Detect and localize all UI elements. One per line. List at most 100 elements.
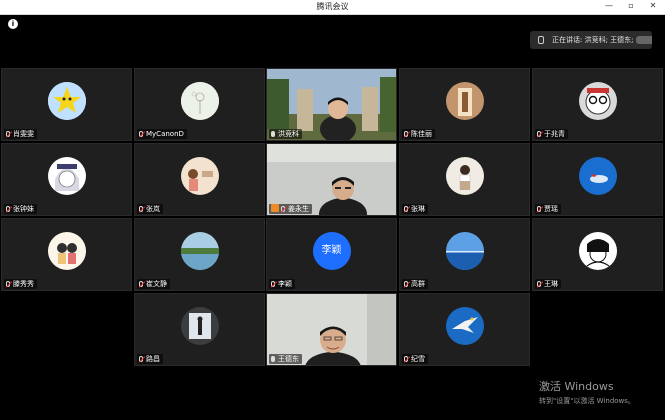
dandelion-avatar	[180, 82, 219, 120]
participant-name: MyCanonD	[146, 130, 184, 138]
title-bar: 腾讯会议 — ▫ ✕	[0, 0, 665, 15]
eagle-avatar	[445, 307, 484, 345]
participant-name: 崔文静	[146, 280, 167, 288]
mic-muted-icon	[281, 206, 285, 212]
close-icon[interactable]: ✕	[647, 1, 659, 10]
mic-muted-icon	[139, 131, 143, 137]
sea-avatar	[445, 232, 484, 270]
speaking-indicator: 正在讲话: 洪竞科; 王德东;	[530, 31, 652, 49]
participant-name: 高群	[411, 280, 425, 288]
mic-on-icon	[271, 356, 275, 362]
participant-tile[interactable]: MyCanonD	[134, 68, 265, 141]
participant-name: 于兆青	[544, 130, 565, 138]
participant-name: 张琳	[411, 205, 425, 213]
cartoon-glasses-avatar	[578, 82, 617, 120]
mic-muted-icon	[404, 206, 408, 212]
participant-tile[interactable]: 高群	[399, 218, 530, 291]
mic-muted-icon	[537, 131, 541, 137]
participant-name: 路昌	[146, 355, 160, 363]
mic-muted-icon	[404, 281, 408, 287]
host-icon	[271, 204, 279, 212]
window-title: 腾讯会议	[316, 2, 349, 11]
microphone-icon	[538, 36, 544, 44]
sketch-avatar	[578, 232, 617, 270]
participant-name: 姜永生	[288, 205, 309, 213]
participant-tile[interactable]: 张琳	[399, 143, 530, 216]
empty-tile	[532, 293, 663, 366]
mic-on-icon	[271, 131, 275, 137]
participant-name: 张岚	[146, 205, 160, 213]
cartoon-couple-avatar	[47, 232, 86, 270]
maximize-icon[interactable]: ▫	[625, 1, 637, 10]
participant-name: 洪竞科	[278, 130, 299, 138]
participant-name: 贾瑶	[544, 205, 558, 213]
participant-tile[interactable]: 崔文静	[134, 218, 265, 291]
name-tag: 贾瑶	[535, 204, 561, 214]
participant-tile[interactable]: 路昌	[134, 293, 265, 366]
name-tag: 崔文静	[137, 279, 170, 289]
mic-muted-icon	[139, 356, 143, 362]
speaking-label: 正在讲话: 洪竞科; 王德东;	[552, 36, 634, 44]
blurred-name	[635, 36, 652, 44]
window-controls: — ▫ ✕	[603, 1, 659, 10]
participant-tile[interactable]: 肖雯雯	[1, 68, 132, 141]
name-tag: 纪雪	[402, 354, 428, 364]
name-tag: 姜永生	[269, 204, 312, 214]
video-grid: 肖雯雯 MyCanonD 洪竞科 陈佳丽 于兆青 张钟妹 张岚 姜永生 张琳 贾…	[1, 68, 664, 367]
name-tag: 张琳	[402, 204, 428, 214]
name-tag: 李颖	[269, 279, 295, 289]
participant-video-tile[interactable]: 王德东	[266, 293, 397, 366]
participant-tile[interactable]: 纪雪	[399, 293, 530, 366]
participant-tile[interactable]: 滕秀秀	[1, 218, 132, 291]
window-figure-avatar	[180, 307, 219, 345]
mic-muted-icon	[537, 281, 541, 287]
mic-muted-icon	[6, 281, 10, 287]
minimize-icon[interactable]: —	[603, 1, 615, 10]
participant-name: 李颖	[278, 280, 292, 288]
participant-video-tile[interactable]: 洪竞科	[266, 68, 397, 141]
participant-name: 滕秀秀	[13, 280, 34, 288]
participant-name: 纪雪	[411, 355, 425, 363]
participant-tile[interactable]: 李颖 李颖	[266, 218, 397, 291]
name-tag: 张岚	[137, 204, 163, 214]
mic-muted-icon	[6, 206, 10, 212]
illustration-avatar	[180, 157, 219, 195]
name-tag: 滕秀秀	[4, 279, 37, 289]
participant-video-tile[interactable]: 姜永生	[266, 143, 397, 216]
girl-photo-avatar	[445, 157, 484, 195]
participant-tile[interactable]: 张钟妹	[1, 143, 132, 216]
participant-tile[interactable]: 于兆青	[532, 68, 663, 141]
participant-name: 王德东	[278, 355, 299, 363]
participant-tile[interactable]: 贾瑶	[532, 143, 663, 216]
windows-activation-watermark: 激活 Windows 转到"设置"以激活 Windows。	[539, 378, 635, 406]
mic-muted-icon	[139, 206, 143, 212]
name-tag: 王德东	[269, 354, 302, 364]
mic-muted-icon	[537, 206, 541, 212]
name-tag: 张钟妹	[4, 204, 37, 214]
mic-muted-icon	[404, 356, 408, 362]
participant-tile[interactable]: 王琳	[532, 218, 663, 291]
name-tag: 高群	[402, 279, 428, 289]
name-tag: 洪竞科	[269, 129, 302, 139]
mic-muted-icon	[6, 131, 10, 137]
star-cartoon-avatar	[47, 82, 86, 120]
participant-name: 张钟妹	[13, 205, 34, 213]
mic-muted-icon	[404, 131, 408, 137]
participant-name: 肖雯雯	[13, 130, 34, 138]
name-tag: MyCanonD	[137, 129, 187, 139]
participant-tile[interactable]: 陈佳丽	[399, 68, 530, 141]
text-avatar: 李颖	[312, 232, 351, 270]
participant-name: 王琳	[544, 280, 558, 288]
watermark-subtitle: 转到"设置"以激活 Windows。	[539, 397, 635, 405]
lake-avatar	[180, 232, 219, 270]
participant-name: 陈佳丽	[411, 130, 432, 138]
blue-sky-avatar	[578, 157, 617, 195]
anime-girl-avatar	[47, 157, 86, 195]
watermark-title: 激活 Windows	[539, 380, 614, 393]
mic-muted-icon	[139, 281, 143, 287]
name-tag: 王琳	[535, 279, 561, 289]
participant-tile[interactable]: 张岚	[134, 143, 265, 216]
empty-tile	[1, 293, 132, 366]
info-icon[interactable]: i	[8, 19, 18, 29]
name-tag: 陈佳丽	[402, 129, 435, 139]
